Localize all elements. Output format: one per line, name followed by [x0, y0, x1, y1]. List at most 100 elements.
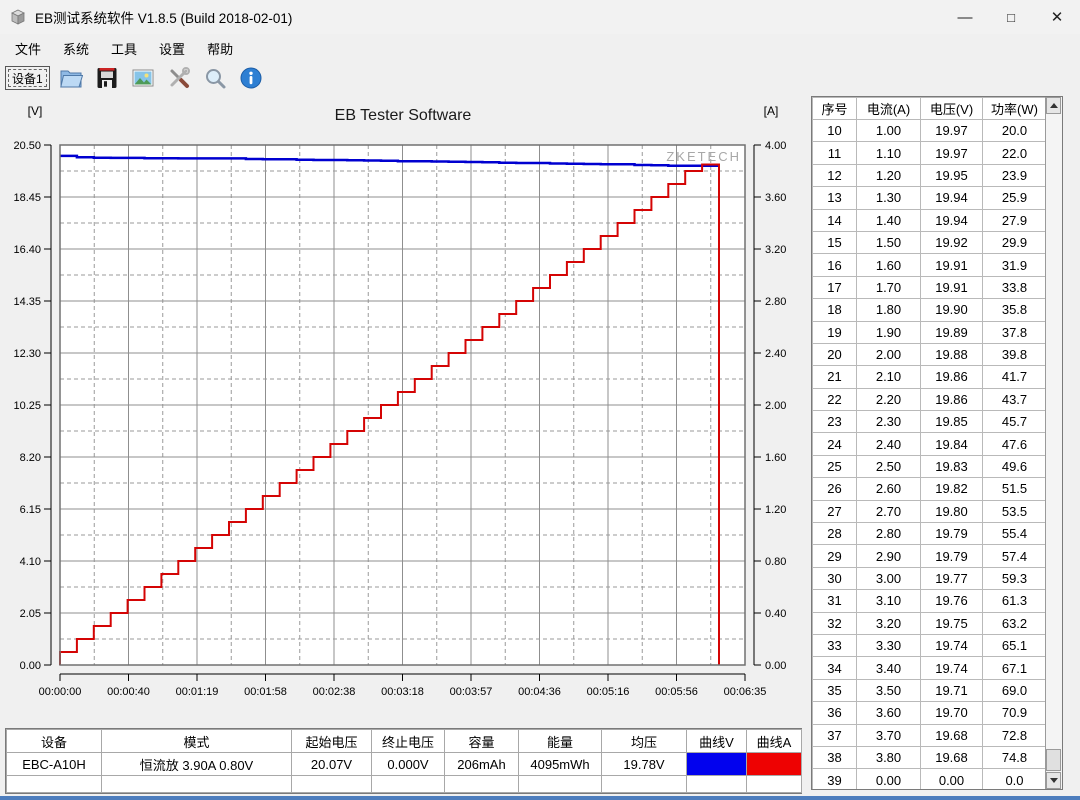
about-button[interactable]: [236, 64, 266, 92]
arrow-down-icon: [1050, 778, 1058, 783]
svg-text:0.40: 0.40: [765, 608, 786, 620]
summary-value: 0.000V: [372, 753, 445, 776]
summary-header: 模式: [102, 730, 292, 753]
image-icon: [131, 66, 155, 90]
summary-value: 206mAh: [445, 753, 519, 776]
table-row[interactable]: 202.0019.8839.8: [813, 343, 1047, 365]
svg-text:2.00: 2.00: [765, 400, 786, 412]
table-row[interactable]: 252.5019.8349.6: [813, 455, 1047, 477]
table-row[interactable]: 232.3019.8545.7: [813, 411, 1047, 433]
table-row[interactable]: 383.8019.6874.8: [813, 746, 1047, 768]
minimize-button[interactable]: —: [942, 0, 988, 34]
samples-table: 序号电流(A)电压(V)功率(W) 101.0019.9720.0111.101…: [812, 97, 1047, 790]
scrollbar-thumb[interactable]: [1046, 749, 1061, 771]
summary-header: 曲线A: [747, 730, 802, 753]
table-scrollbar[interactable]: [1045, 97, 1062, 789]
column-header[interactable]: 电压(V): [921, 98, 983, 120]
menu-item-4[interactable]: 设置: [148, 34, 196, 63]
open-folder-icon: [59, 66, 83, 90]
svg-text:4.10: 4.10: [20, 556, 41, 568]
table-row[interactable]: 151.5019.9229.9: [813, 231, 1047, 253]
right-axis-unit: [A]: [764, 104, 779, 118]
table-row[interactable]: 242.4019.8447.6: [813, 433, 1047, 455]
arrow-up-icon: [1050, 103, 1058, 108]
table-row[interactable]: 111.1019.9722.0: [813, 142, 1047, 164]
scroll-down-button[interactable]: [1046, 772, 1061, 789]
summary-value: 恒流放 3.90A 0.80V: [102, 753, 292, 776]
menu-item-1[interactable]: 文件: [4, 34, 52, 63]
svg-text:1.20: 1.20: [765, 504, 786, 516]
window-bottom-border: [0, 796, 1080, 800]
svg-text:00:01:19: 00:01:19: [176, 686, 219, 698]
table-row[interactable]: 333.3019.7465.1: [813, 634, 1047, 656]
table-row[interactable]: 313.1019.7661.3: [813, 590, 1047, 612]
summary-value: 4095mWh: [519, 753, 602, 776]
svg-text:00:02:38: 00:02:38: [313, 686, 356, 698]
svg-text:2.80: 2.80: [765, 296, 786, 308]
table-row[interactable]: 131.3019.9425.9: [813, 187, 1047, 209]
summary-header: 终止电压: [372, 730, 445, 753]
svg-text:00:04:36: 00:04:36: [518, 686, 561, 698]
table-row[interactable]: 390.000.000.0: [813, 769, 1047, 790]
table-row[interactable]: 222.2019.8643.7: [813, 388, 1047, 410]
table-row[interactable]: 121.2019.9523.9: [813, 164, 1047, 186]
summary-header: 能量: [519, 730, 602, 753]
column-header[interactable]: 序号: [813, 98, 857, 120]
table-row[interactable]: 161.6019.9131.9: [813, 254, 1047, 276]
menu-item-5[interactable]: 帮助: [196, 34, 244, 63]
table-row[interactable]: 101.0019.9720.0: [813, 120, 1047, 142]
window-title: EB测试系统软件 V1.8.5 (Build 2018-02-01): [35, 7, 292, 27]
column-header[interactable]: 功率(W): [983, 98, 1047, 120]
column-header[interactable]: 电流(A): [857, 98, 921, 120]
table-row[interactable]: 212.1019.8641.7: [813, 366, 1047, 388]
table-row[interactable]: 141.4019.9427.9: [813, 209, 1047, 231]
table-row[interactable]: 343.4019.7467.1: [813, 657, 1047, 679]
save-button[interactable]: [92, 64, 122, 92]
svg-text:20.50: 20.50: [13, 140, 41, 152]
table-row[interactable]: 323.2019.7563.2: [813, 612, 1047, 634]
watermark: ZKETECH: [666, 149, 741, 164]
curve-v-swatch: [687, 753, 747, 776]
chart-canvas: ZKETECH20.5018.4516.4014.3512.3010.258.2…: [0, 90, 808, 728]
summary-header-row: 设备模式起始电压终止电压容量能量均压曲线V曲线A: [7, 730, 802, 753]
minimize-icon: —: [958, 9, 973, 26]
close-button[interactable]: ✕: [1034, 0, 1080, 34]
export-image-button[interactable]: [128, 64, 158, 92]
samples-table-header: 序号电流(A)电压(V)功率(W): [813, 98, 1047, 120]
svg-text:12.30: 12.30: [13, 348, 41, 360]
table-row[interactable]: 181.8019.9035.8: [813, 299, 1047, 321]
app-window: { "window": { "title": "EB测试系统软件 V1.8.5 …: [0, 0, 1080, 800]
open-file-button[interactable]: [56, 64, 86, 92]
svg-text:6.15: 6.15: [20, 504, 41, 516]
svg-text:0.00: 0.00: [20, 660, 41, 672]
svg-text:00:03:57: 00:03:57: [450, 686, 493, 698]
table-row[interactable]: 373.7019.6872.8: [813, 724, 1047, 746]
table-row[interactable]: 171.7019.9133.8: [813, 276, 1047, 298]
left-axis-unit: [V]: [28, 104, 43, 118]
table-row[interactable]: 363.6019.7070.9: [813, 702, 1047, 724]
tools-button[interactable]: [164, 64, 194, 92]
svg-text:00:05:56: 00:05:56: [655, 686, 698, 698]
zoom-button[interactable]: [200, 64, 230, 92]
maximize-button[interactable]: □: [988, 0, 1034, 34]
svg-text:00:00:00: 00:00:00: [39, 686, 82, 698]
table-row[interactable]: 282.8019.7955.4: [813, 523, 1047, 545]
magnifier-icon: [203, 66, 227, 90]
table-row[interactable]: 303.0019.7759.3: [813, 567, 1047, 589]
summary-value-row: EBC-A10H恒流放 3.90A 0.80V20.07V0.000V206mA…: [7, 753, 802, 776]
table-row[interactable]: 353.5019.7169.0: [813, 679, 1047, 701]
title-bar: EB测试系统软件 V1.8.5 (Build 2018-02-01) — □ ✕: [0, 0, 1080, 34]
device-tab[interactable]: 设备1: [5, 66, 50, 90]
svg-text:0.80: 0.80: [765, 556, 786, 568]
table-row[interactable]: 272.7019.8053.5: [813, 500, 1047, 522]
menu-item-3[interactable]: 工具: [100, 34, 148, 63]
table-row[interactable]: 262.6019.8251.5: [813, 478, 1047, 500]
table-row[interactable]: 191.9019.8937.8: [813, 321, 1047, 343]
maximize-icon: □: [1007, 10, 1015, 25]
summary-header: 起始电压: [292, 730, 372, 753]
scroll-up-button[interactable]: [1046, 97, 1061, 114]
summary-value: 20.07V: [292, 753, 372, 776]
svg-text:00:00:40: 00:00:40: [107, 686, 150, 698]
menu-item-2[interactable]: 系统: [52, 34, 100, 63]
table-row[interactable]: 292.9019.7957.4: [813, 545, 1047, 567]
